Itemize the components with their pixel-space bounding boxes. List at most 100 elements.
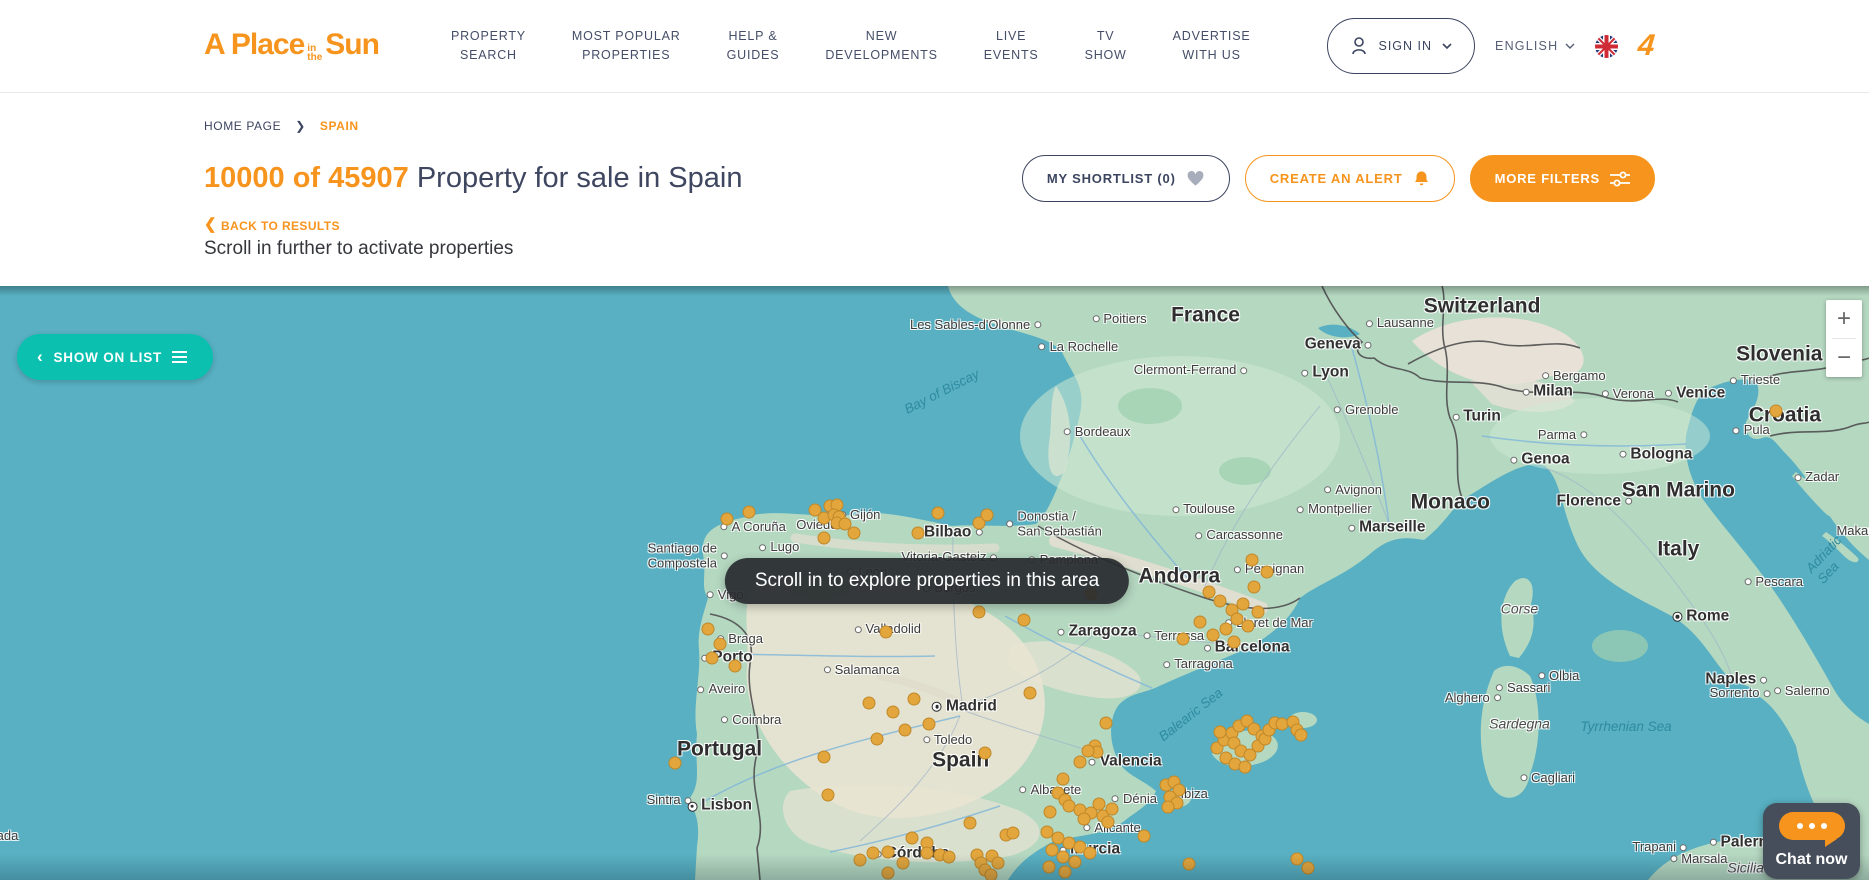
- breadcrumb-home[interactable]: HOME PAGE: [204, 119, 281, 133]
- property-marker[interactable]: [1057, 773, 1070, 786]
- property-marker[interactable]: [980, 509, 993, 522]
- language-label: ENGLISH: [1495, 39, 1558, 53]
- sign-in-button[interactable]: SIGN IN: [1327, 18, 1475, 74]
- property-marker[interactable]: [702, 623, 715, 636]
- property-marker[interactable]: [1214, 725, 1227, 738]
- property-marker[interactable]: [818, 751, 831, 764]
- property-marker[interactable]: [1042, 860, 1055, 873]
- breadcrumb: HOME PAGE ❯ SPAIN: [204, 119, 1655, 133]
- property-marker[interactable]: [1246, 553, 1259, 566]
- nav-item-live-events[interactable]: LIVE EVENTS: [984, 27, 1039, 66]
- back-to-results-link[interactable]: ❮ BACK TO RESULTS: [204, 218, 340, 233]
- nav-item-advertise-with-us[interactable]: ADVERTISE WITH US: [1173, 27, 1251, 66]
- more-filters-button[interactable]: MORE FILTERS: [1470, 155, 1655, 202]
- property-marker[interactable]: [881, 866, 894, 879]
- property-marker[interactable]: [1238, 761, 1251, 774]
- property-marker[interactable]: [1162, 800, 1175, 813]
- property-marker[interactable]: [1059, 865, 1072, 878]
- property-marker[interactable]: [896, 856, 909, 869]
- property-marker[interactable]: [1074, 755, 1087, 768]
- breadcrumb-separator-icon: ❯: [295, 119, 306, 133]
- property-marker[interactable]: [1137, 830, 1150, 843]
- property-marker[interactable]: [1220, 623, 1233, 636]
- zoom-in-button[interactable]: +: [1826, 300, 1862, 338]
- property-marker[interactable]: [1193, 615, 1206, 628]
- language-selector[interactable]: ENGLISH: [1495, 39, 1575, 53]
- nav-item-property-search[interactable]: PROPERTY SEARCH: [451, 27, 526, 66]
- property-marker[interactable]: [1078, 813, 1091, 826]
- nav-item-new-developments[interactable]: NEW DEVELOPMENTS: [825, 27, 937, 66]
- property-marker[interactable]: [1006, 827, 1019, 840]
- site-header: A Place inthe Sun PROPERTY SEARCH MOST PO…: [0, 0, 1869, 93]
- property-marker[interactable]: [1100, 717, 1113, 730]
- channel4-logo[interactable]: 4: [1637, 31, 1657, 61]
- show-on-list-button[interactable]: ‹ SHOW ON LIST: [17, 334, 213, 380]
- property-marker[interactable]: [1214, 594, 1227, 607]
- uk-flag-icon[interactable]: [1595, 35, 1618, 58]
- property-marker[interactable]: [870, 733, 883, 746]
- property-marker[interactable]: [1236, 597, 1249, 610]
- chat-now-widget[interactable]: Chat now: [1763, 803, 1860, 879]
- nav-item-tv-show[interactable]: TV SHOW: [1085, 27, 1127, 66]
- show-on-list-label: SHOW ON LIST: [53, 350, 162, 365]
- property-marker[interactable]: [866, 847, 879, 860]
- property-marker[interactable]: [1261, 565, 1274, 578]
- property-marker[interactable]: [668, 756, 681, 769]
- property-marker[interactable]: [721, 512, 734, 525]
- property-marker[interactable]: [1203, 585, 1216, 598]
- property-marker[interactable]: [1769, 404, 1782, 417]
- property-marker[interactable]: [1023, 686, 1036, 699]
- property-marker[interactable]: [1083, 847, 1096, 860]
- map-scroll-tooltip: Scroll in to explore properties in this …: [725, 558, 1129, 604]
- property-marker[interactable]: [973, 606, 986, 619]
- property-marker[interactable]: [887, 706, 900, 719]
- property-marker[interactable]: [1177, 633, 1190, 646]
- property-marker[interactable]: [821, 789, 834, 802]
- breadcrumb-current[interactable]: SPAIN: [320, 119, 359, 133]
- property-marker[interactable]: [984, 868, 997, 880]
- property-marker[interactable]: [1092, 797, 1105, 810]
- property-marker[interactable]: [818, 531, 831, 544]
- property-marker[interactable]: [898, 724, 911, 737]
- list-icon: [172, 351, 187, 363]
- property-marker[interactable]: [1291, 852, 1304, 865]
- page-actions: MY SHORTLIST (0) CREATE AN ALERT MORE FI…: [1022, 155, 1655, 202]
- property-marker[interactable]: [932, 506, 945, 519]
- property-marker[interactable]: [713, 637, 726, 650]
- property-marker[interactable]: [943, 850, 956, 863]
- property-marker[interactable]: [922, 717, 935, 730]
- property-marker[interactable]: [1102, 815, 1115, 828]
- property-marker[interactable]: [1294, 729, 1307, 742]
- property-marker[interactable]: [879, 626, 892, 639]
- property-marker[interactable]: [743, 505, 756, 518]
- property-marker[interactable]: [1182, 857, 1195, 870]
- property-marker[interactable]: [964, 816, 977, 829]
- site-logo[interactable]: A Place inthe Sun: [204, 28, 379, 65]
- property-marker[interactable]: [1206, 629, 1219, 642]
- property-marker[interactable]: [907, 692, 920, 705]
- property-marker[interactable]: [1248, 581, 1261, 594]
- property-marker[interactable]: [1106, 802, 1119, 815]
- property-marker[interactable]: [848, 527, 861, 540]
- property-marker[interactable]: [1242, 619, 1255, 632]
- property-marker[interactable]: [706, 652, 719, 665]
- property-marker[interactable]: [853, 853, 866, 866]
- my-shortlist-button[interactable]: MY SHORTLIST (0): [1022, 155, 1230, 202]
- property-marker[interactable]: [978, 746, 991, 759]
- property-marker[interactable]: [1227, 636, 1240, 649]
- nav-item-most-popular-properties[interactable]: MOST POPULAR PROPERTIES: [572, 27, 681, 66]
- property-marker[interactable]: [728, 659, 741, 672]
- property-marker[interactable]: [881, 846, 894, 859]
- property-marker[interactable]: [1251, 605, 1264, 618]
- create-alert-button[interactable]: CREATE AN ALERT: [1245, 155, 1455, 202]
- property-marker[interactable]: [1302, 862, 1315, 875]
- property-marker[interactable]: [921, 846, 934, 859]
- property-marker[interactable]: [1044, 805, 1057, 818]
- zoom-out-button[interactable]: −: [1826, 339, 1862, 377]
- property-marker[interactable]: [863, 696, 876, 709]
- property-marker[interactable]: [1018, 613, 1031, 626]
- property-marker[interactable]: [911, 527, 924, 540]
- property-marker[interactable]: [906, 831, 919, 844]
- nav-item-help-guides[interactable]: HELP & GUIDES: [727, 27, 780, 66]
- map[interactable]: FranceSwitzerlandSloveniaCroatiaMonacoSa…: [0, 286, 1869, 880]
